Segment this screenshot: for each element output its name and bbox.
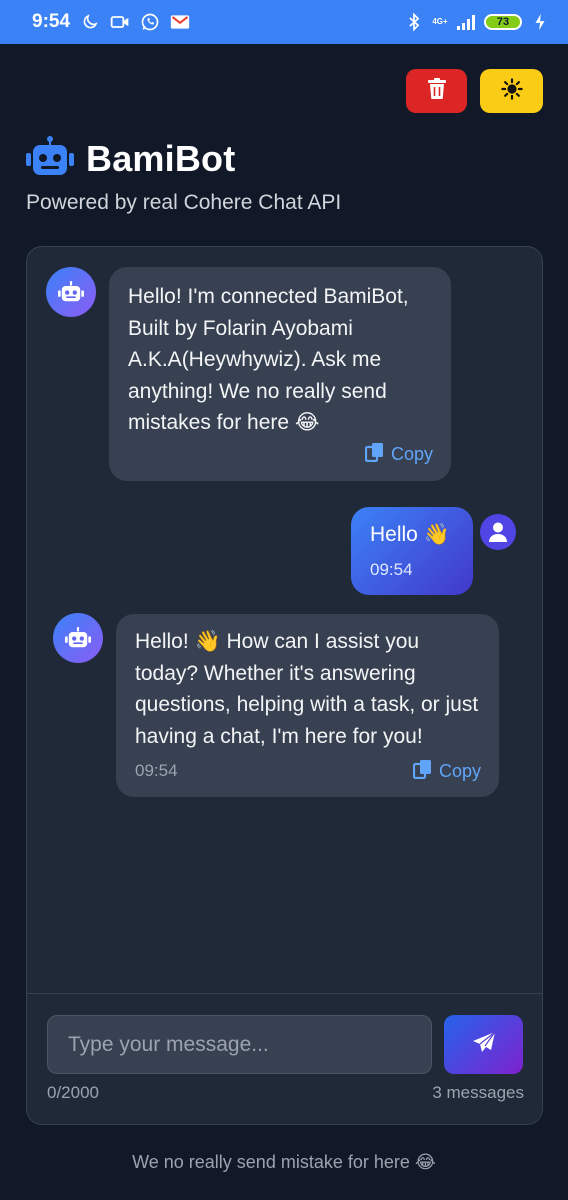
gmail-icon	[170, 12, 190, 32]
send-button[interactable]	[444, 1015, 523, 1074]
user-message-time: 09:54	[370, 560, 413, 579]
app-subtitle: Powered by real Cohere Chat API	[26, 191, 342, 214]
copy-label: Copy	[438, 761, 481, 781]
bot-avatar	[53, 613, 103, 663]
copy-button[interactable]: Copy	[364, 442, 433, 467]
chat-container: Hello! I'm connected BamiBot, Built by F…	[26, 246, 543, 1125]
user-message-text: Hello 👋	[370, 523, 450, 546]
sun-icon	[500, 77, 523, 105]
bot-message-text: Hello! I'm connected BamiBot, Built by F…	[128, 285, 409, 434]
app-title: BamiBot	[86, 137, 236, 179]
clear-chat-button[interactable]	[406, 69, 467, 113]
message-count: 3 messages	[432, 1083, 524, 1102]
bot-avatar	[46, 267, 96, 317]
composer: 0/2000 3 messages	[27, 993, 542, 1124]
robot-icon	[26, 136, 74, 181]
signal-icon	[456, 12, 476, 32]
footer-text: We no really send mistake for here 😂	[132, 1152, 436, 1172]
bot-message-bubble: Hello! I'm connected BamiBot, Built by F…	[109, 267, 451, 481]
status-time: 9:54	[32, 11, 71, 32]
network-type: 4G+	[432, 17, 448, 26]
bluetooth-icon	[404, 12, 424, 32]
copy-button[interactable]: Copy	[412, 759, 481, 784]
copy-label: Copy	[390, 444, 433, 464]
app-header: BamiBot	[26, 136, 235, 181]
battery-level: 73	[484, 14, 522, 30]
paper-plane-icon	[472, 1031, 496, 1058]
whatsapp-icon	[140, 12, 160, 32]
video-icon	[110, 12, 130, 32]
moon-icon	[80, 12, 100, 32]
status-bar: 9:54 4G+ 73	[0, 0, 568, 44]
message-input[interactable]	[47, 1015, 432, 1074]
bot-message-text: Hello! 👋 How can I assist you today? Whe…	[135, 630, 479, 748]
user-avatar	[480, 514, 516, 550]
theme-toggle-button[interactable]	[480, 69, 543, 113]
user-message-bubble: Hello 👋 09:54	[351, 507, 473, 595]
copy-icon	[412, 759, 433, 784]
charging-icon	[530, 12, 550, 32]
trash-icon	[427, 77, 446, 105]
bot-message-bubble: Hello! 👋 How can I assist you today? Whe…	[116, 614, 499, 797]
copy-icon	[364, 442, 385, 467]
character-count: 0/2000	[47, 1083, 99, 1102]
bot-message-time: 09:54	[135, 761, 178, 780]
